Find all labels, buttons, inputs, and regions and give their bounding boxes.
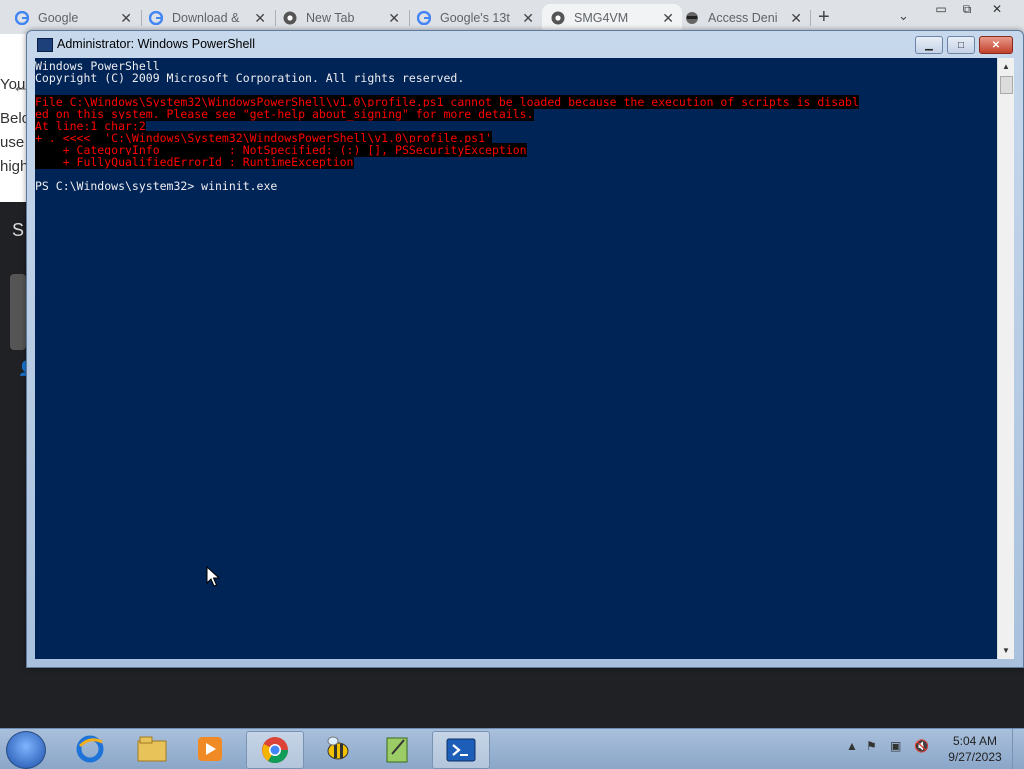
tab-divider xyxy=(810,10,811,26)
tab-smg4vm[interactable]: SMG4VM ✕ xyxy=(542,4,682,32)
internet-explorer-icon[interactable] xyxy=(62,731,118,767)
maximize-button[interactable]: □ xyxy=(947,36,975,54)
console-error-line: + FullyQualifiedErrorId : RuntimeExcepti… xyxy=(35,155,354,169)
google-icon xyxy=(148,10,164,26)
tab-title: Download & xyxy=(172,11,240,25)
tab-close-icon[interactable]: ✕ xyxy=(522,10,534,27)
tab-google[interactable]: Google ✕ xyxy=(14,4,140,32)
system-clock[interactable]: 5:04 AM 9/27/2023 xyxy=(940,733,1010,765)
tab-close-icon[interactable]: ✕ xyxy=(662,10,674,27)
tab-divider xyxy=(141,10,142,26)
page-text: You xyxy=(0,76,26,93)
windows-explorer-icon[interactable] xyxy=(124,731,180,767)
vertical-scrollbar[interactable]: ▲ ▼ xyxy=(997,58,1014,659)
network-icon[interactable]: ▣ xyxy=(890,739,901,753)
powershell-icon xyxy=(37,38,53,52)
google-icon xyxy=(416,10,432,26)
tab-close-icon[interactable]: ✕ xyxy=(388,10,400,27)
powershell-window: Administrator: Windows PowerShell ▁ □ ✕ … xyxy=(26,30,1024,668)
show-hidden-icons-icon[interactable]: ▲ xyxy=(846,739,858,753)
side-panel xyxy=(10,274,26,350)
console-output[interactable]: Windows PowerShell Copyright (C) 2009 Mic… xyxy=(35,58,997,659)
page-text: high xyxy=(0,158,29,175)
tab-search-chevron-icon[interactable]: ⌄ xyxy=(898,8,909,24)
browser-tab-strip: Google ✕ Download & ✕ New Tab ✕ Google's… xyxy=(0,0,1024,34)
tab-googles[interactable]: Google's 13t ✕ xyxy=(416,4,542,32)
tab-title: SMG4VM xyxy=(574,11,629,25)
minimize-icon[interactable]: ▭ xyxy=(928,0,954,18)
clock-time: 5:04 AM xyxy=(952,734,998,748)
scroll-down-icon[interactable]: ▼ xyxy=(998,642,1014,658)
chrome-icon xyxy=(282,10,298,26)
google-icon xyxy=(14,10,30,26)
page-text: use xyxy=(0,134,25,151)
media-player-icon[interactable] xyxy=(182,731,238,767)
powershell-icon[interactable] xyxy=(432,731,490,769)
tab-title: Google xyxy=(38,11,79,25)
volume-muted-icon[interactable]: 🔇 xyxy=(914,739,929,753)
bee-icon[interactable] xyxy=(310,731,366,767)
tab-close-icon[interactable]: ✕ xyxy=(120,10,132,27)
action-center-icon[interactable]: ⚑ xyxy=(866,739,877,753)
mouse-pointer-icon xyxy=(206,566,220,587)
tab-title: New Tab xyxy=(306,11,355,25)
notepad-icon[interactable] xyxy=(370,731,426,767)
minimize-button[interactable]: ▁ xyxy=(915,36,943,54)
start-button[interactable] xyxy=(6,731,46,769)
tab-access-denied[interactable]: Access Deni ✕ xyxy=(684,4,810,32)
taskbar: ▲ ⚑ ▣ 🔇 5:04 AM 9/27/2023 xyxy=(0,728,1024,769)
scroll-up-icon[interactable]: ▲ xyxy=(998,58,1014,74)
tab-title: Google's 13t xyxy=(440,11,510,25)
chrome-icon[interactable] xyxy=(246,731,304,769)
console-line: PS C:\Windows\system32> wininit.exe xyxy=(35,179,278,193)
tab-divider xyxy=(409,10,410,26)
chrome-icon xyxy=(550,10,566,26)
page-text: S xyxy=(12,220,25,240)
show-desktop-button[interactable] xyxy=(1012,729,1024,769)
tab-title: Access Deni xyxy=(708,11,778,25)
close-button[interactable]: ✕ xyxy=(979,36,1013,54)
tab-divider xyxy=(275,10,276,26)
close-icon[interactable]: ✕ xyxy=(984,0,1010,18)
clock-date: 9/27/2023 xyxy=(948,750,1002,764)
new-tab-plus-icon[interactable]: + xyxy=(818,6,830,29)
console-line: Copyright (C) 2009 Microsoft Corporation… xyxy=(35,71,465,85)
scroll-thumb[interactable] xyxy=(1000,76,1013,94)
window-title: Administrator: Windows PowerShell xyxy=(57,37,255,51)
restore-icon[interactable]: ⧉ xyxy=(954,0,980,18)
tab-close-icon[interactable]: ✕ xyxy=(254,10,266,27)
tab-close-icon[interactable]: ✕ xyxy=(790,10,802,27)
tab-new-tab[interactable]: New Tab ✕ xyxy=(282,4,408,32)
spy-icon xyxy=(684,10,700,26)
tab-download[interactable]: Download & ✕ xyxy=(148,4,274,32)
